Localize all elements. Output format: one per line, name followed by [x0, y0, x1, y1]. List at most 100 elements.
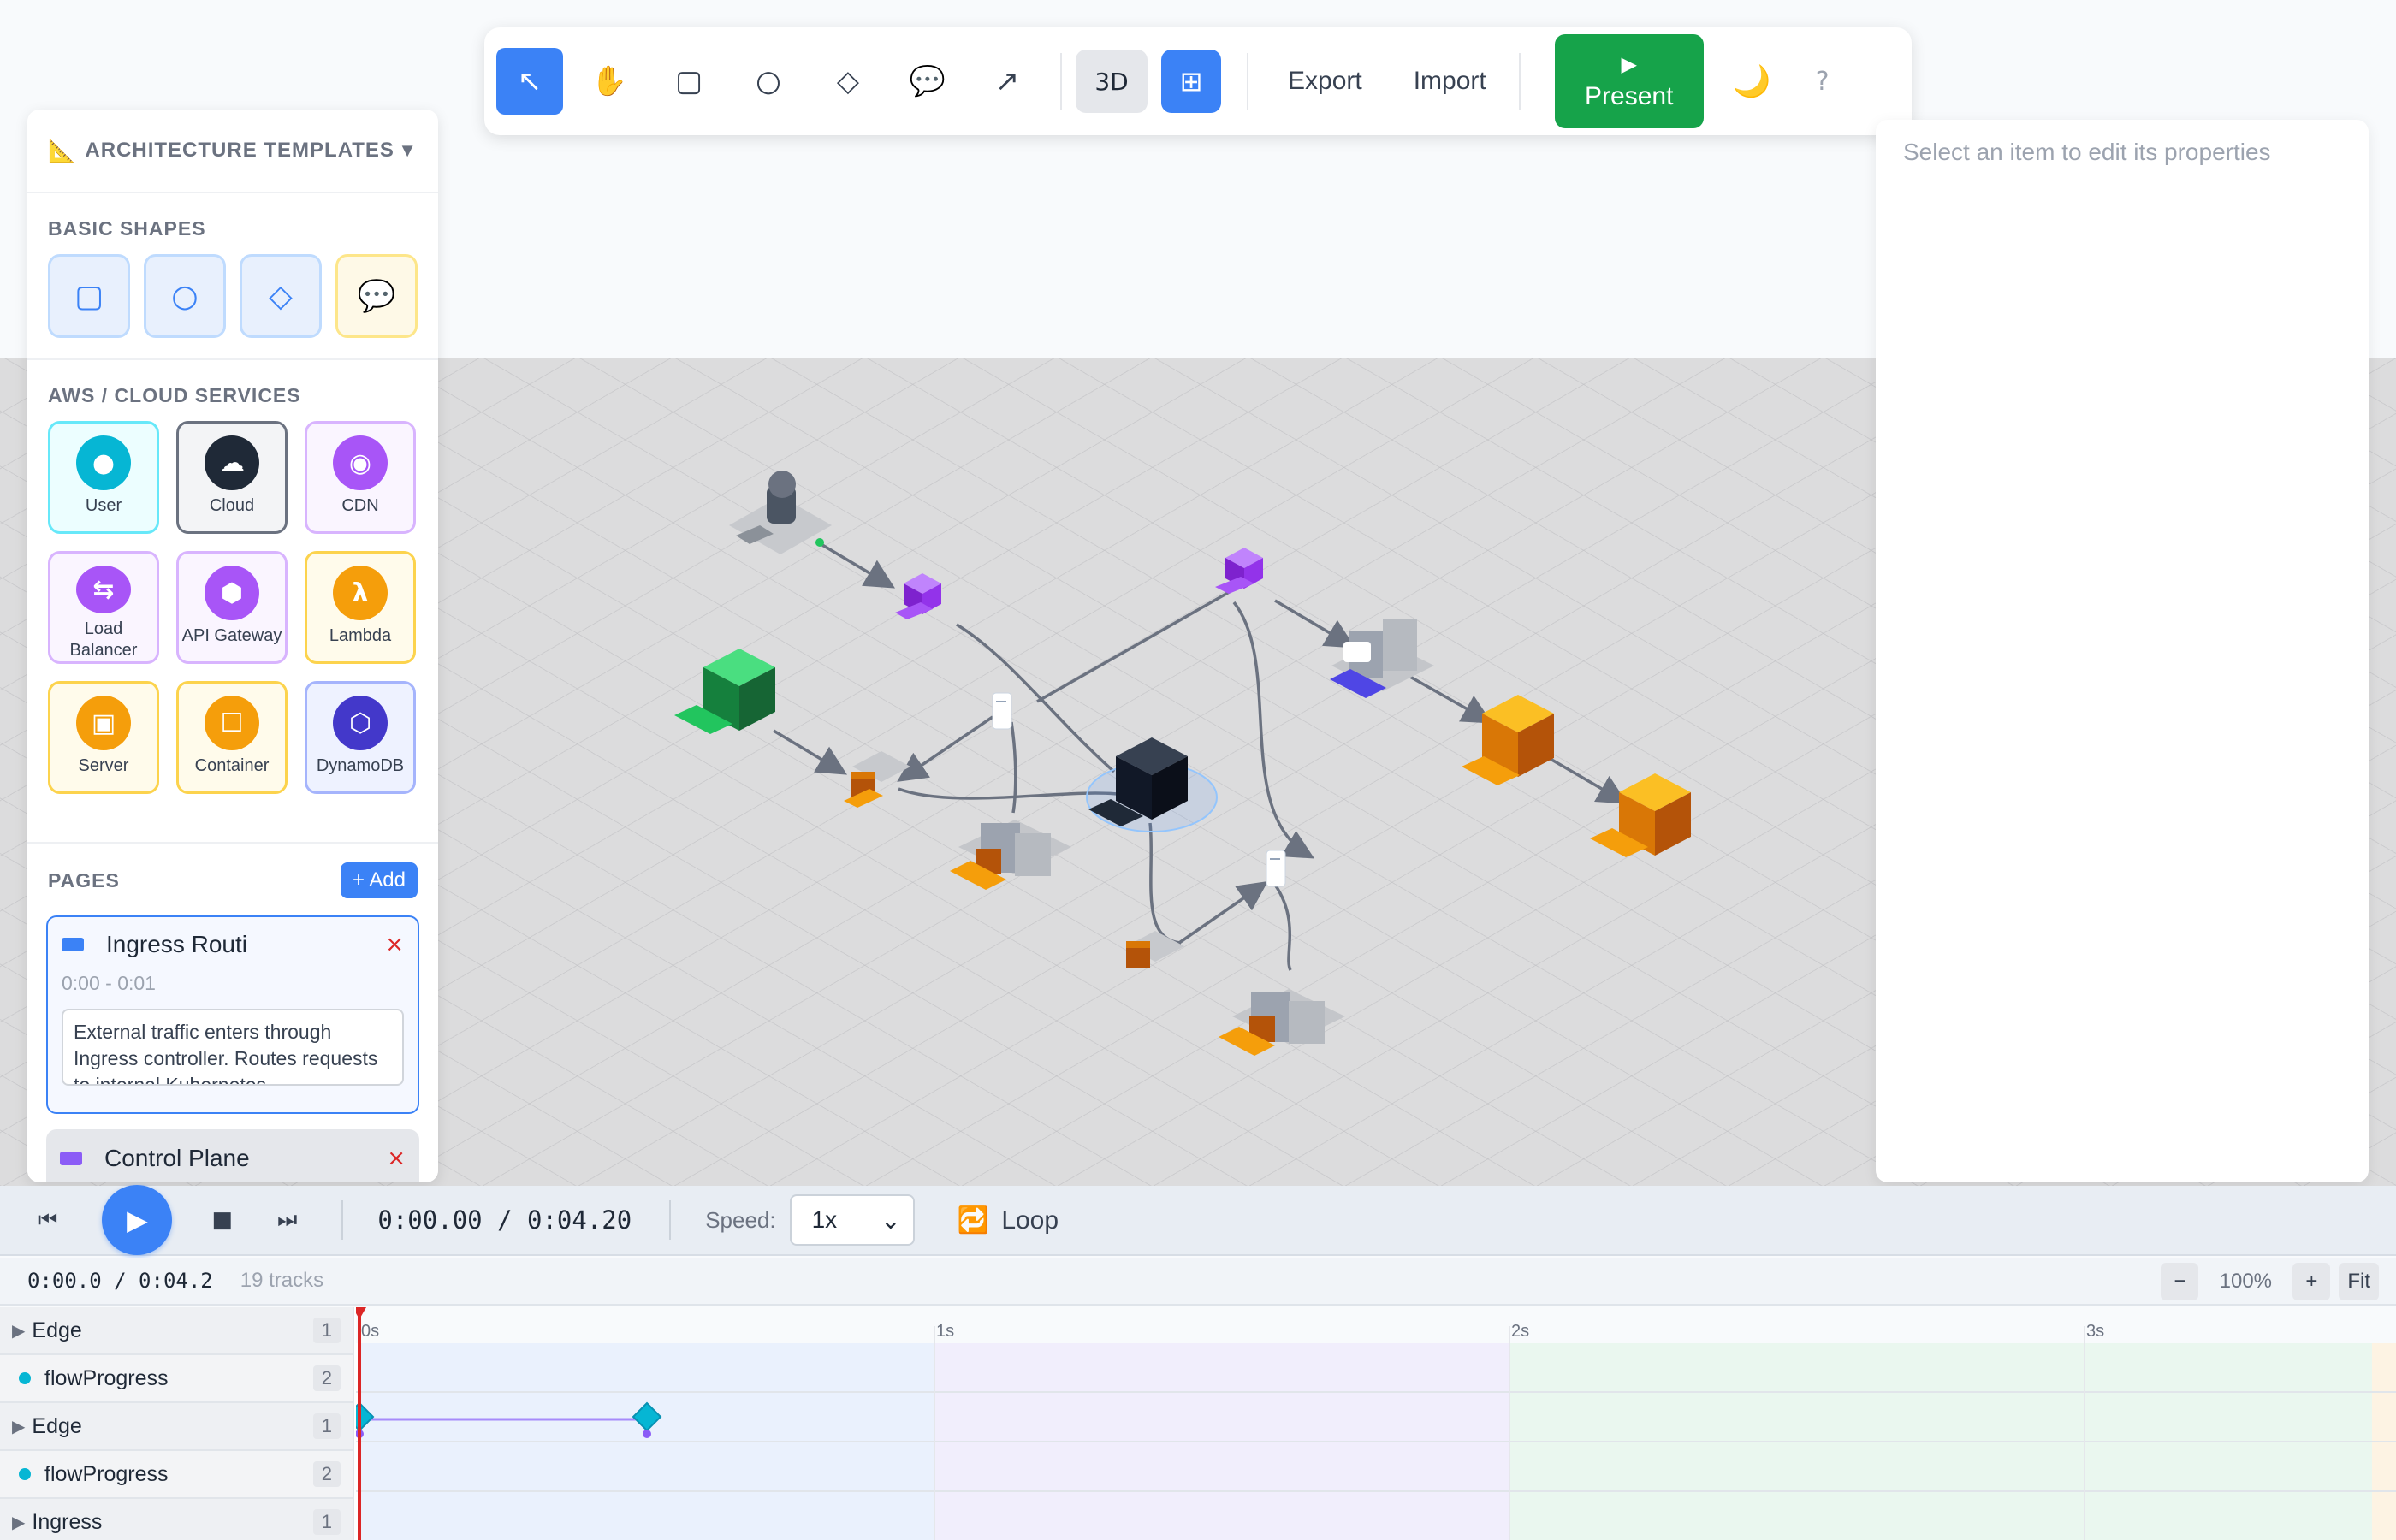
service-server[interactable]: ▣ Server — [48, 681, 159, 794]
arrow-tool-button[interactable]: ↗ — [974, 48, 1041, 115]
basic-shapes-title: BASIC SHAPES — [48, 217, 206, 240]
shape-diamond-button[interactable]: ◇ — [240, 254, 322, 338]
edge — [1036, 589, 1233, 703]
chevron-right-icon[interactable]: ▶ — [12, 1416, 25, 1436]
track-group-row[interactable]: ▶ Ingress 1 — [0, 1499, 353, 1540]
lambda-icon: λ — [333, 566, 388, 620]
api-gateway-node[interactable] — [895, 573, 941, 619]
service-load-balancer[interactable]: ⇆ Load Balancer — [48, 551, 159, 664]
services-palette: ● User ☁ Cloud ◉ CDN ⇆ Load Balancer ⬢ API Gatewa… — [27, 407, 438, 794]
track-name: flowProgress — [44, 1461, 169, 1486]
play-button[interactable]: ▶ — [102, 1185, 173, 1255]
track-name: Edge — [32, 1413, 82, 1438]
add-page-button[interactable]: + Add — [340, 862, 418, 898]
pod-node[interactable] — [844, 751, 910, 808]
edge — [1148, 822, 1182, 945]
track-name: Ingress — [32, 1509, 103, 1534]
edge — [1273, 884, 1292, 971]
skip-back-icon[interactable]: ⏮ — [38, 1207, 57, 1234]
property-dot-icon — [19, 1372, 31, 1384]
page-description-input[interactable]: External traffic enters through Ingress … — [62, 1009, 404, 1086]
service-cdn[interactable]: ◉ CDN — [305, 421, 416, 534]
page-name[interactable]: Control Plane — [104, 1145, 387, 1172]
help-icon[interactable]: ? — [1816, 67, 1830, 97]
edge — [1274, 599, 1356, 649]
stop-icon[interactable]: ■ — [211, 1207, 233, 1233]
track-area[interactable]: 0s 1s 2s 3s — [356, 1307, 2396, 1540]
circle-tool-button[interactable]: ○ — [735, 48, 802, 115]
api-gateway-node-2[interactable] — [1215, 548, 1263, 594]
play-icon: ▶ — [1621, 52, 1637, 76]
timeline-header: 0:00.0 / 0:04.2 19 tracks − 100% + Fit — [0, 1258, 2396, 1306]
diamond-tool-button[interactable]: ◇ — [815, 48, 881, 115]
zoom-controls: − 100% + Fit — [2161, 1263, 2379, 1300]
grid-icon[interactable]: ⊞ — [1161, 50, 1221, 113]
templates-dropdown[interactable]: 📐 ARCHITECTURE TEMPLATES ▼ — [27, 110, 438, 193]
rectangle-tool-button[interactable]: ▢ — [655, 48, 722, 115]
loop-toggle[interactable]: 🔁 Loop — [958, 1205, 1059, 1235]
page-name[interactable]: Ingress Routi — [106, 931, 385, 958]
service-lambda[interactable]: λ Lambda — [305, 551, 416, 664]
speed-select[interactable]: 1x ⌄ — [789, 1194, 915, 1246]
chevron-right-icon[interactable]: ▶ — [12, 1512, 25, 1532]
page-card-active[interactable]: Ingress Routi × 0:00 - 0:01 External tra… — [46, 915, 419, 1114]
divider — [669, 1200, 672, 1240]
edge — [1548, 756, 1628, 804]
pod-node[interactable] — [1126, 931, 1184, 968]
service-dynamodb[interactable]: ⬡ DynamoDB — [305, 681, 416, 794]
track-group-row[interactable]: ▶ Edge 1 — [0, 1307, 353, 1355]
loop-icon: 🔁 — [957, 1205, 989, 1235]
track-property-row[interactable]: flowProgress 2 — [0, 1451, 353, 1499]
import-button[interactable]: Import — [1388, 67, 1512, 96]
track-property-row[interactable]: flowProgress 2 — [0, 1355, 353, 1403]
moon-icon[interactable]: 🌙 — [1733, 63, 1771, 99]
shape-circle-button[interactable]: ○ — [144, 254, 226, 338]
keyframe-lanes[interactable]: 0s 1s 2s 3s — [356, 1307, 2396, 1540]
edge — [1178, 881, 1268, 945]
node-pool[interactable] — [1330, 619, 1434, 698]
service-api-gateway[interactable]: ⬢ API Gateway — [176, 551, 288, 664]
keyframe-handle — [643, 1430, 651, 1438]
shape-speech-bubble-button[interactable]: 💬 — [335, 254, 418, 338]
cursor-icon: ↖ — [517, 64, 543, 98]
present-button[interactable]: ▶ Present — [1554, 34, 1704, 128]
node-pool[interactable] — [950, 820, 1071, 890]
speed-value: 1x — [811, 1206, 838, 1233]
zoom-out-button[interactable]: − — [2161, 1263, 2199, 1300]
hand-tool-button[interactable]: ✋ — [576, 48, 643, 115]
comment-tool-button[interactable]: 💬 — [894, 48, 961, 115]
zoom-in-button[interactable]: + — [2292, 1263, 2331, 1300]
playback-time: 0:00.00 / 0:04.20 — [377, 1205, 632, 1235]
service-container[interactable]: ☐ Container — [176, 681, 288, 794]
service-node[interactable] — [992, 692, 1012, 730]
service-label: Lambda — [329, 626, 392, 645]
timeline: ▶ Edge 1 flowProgress 2 ▶ Edge 1 flowProgress 2 ▶ I… — [0, 1307, 2396, 1540]
worker-node[interactable] — [1590, 773, 1691, 857]
service-cloud[interactable]: ☁ Cloud — [176, 421, 288, 534]
service-label: Server — [78, 756, 129, 775]
page-color-swatch — [62, 938, 84, 951]
chevron-right-icon[interactable]: ▶ — [12, 1320, 25, 1341]
fit-button[interactable]: Fit — [2339, 1263, 2379, 1300]
control-plane-node[interactable] — [1086, 737, 1218, 832]
view-3d-button[interactable]: 3D — [1076, 50, 1148, 113]
pages-panel: PAGES + Add Ingress Routi × 0:00 - 0:01 … — [27, 842, 438, 1182]
node-pool[interactable] — [1219, 989, 1345, 1056]
worker-node[interactable] — [1462, 695, 1554, 785]
service-label: API Gateway — [181, 626, 282, 645]
close-icon[interactable]: × — [385, 932, 404, 957]
close-icon[interactable]: × — [387, 1146, 406, 1171]
service-user[interactable]: ● User — [48, 421, 159, 534]
export-button[interactable]: Export — [1262, 67, 1388, 96]
skip-forward-icon[interactable]: ⏭ — [277, 1207, 297, 1234]
ruler-tick-label: 2s — [1511, 1322, 1529, 1341]
select-tool-button[interactable]: ↖ — [496, 48, 563, 115]
speech-bubble-icon: 💬 — [357, 279, 396, 314]
shape-rectangle-button[interactable]: ▢ — [48, 254, 130, 338]
service-node[interactable] — [1266, 850, 1286, 887]
page-card[interactable]: Control Plane × — [46, 1129, 419, 1182]
chevron-down-icon: ⌄ — [881, 1206, 901, 1234]
track-group-row[interactable]: ▶ Edge 1 — [0, 1403, 353, 1451]
ingress-controller-node[interactable] — [674, 649, 775, 734]
user-node[interactable] — [729, 471, 832, 554]
